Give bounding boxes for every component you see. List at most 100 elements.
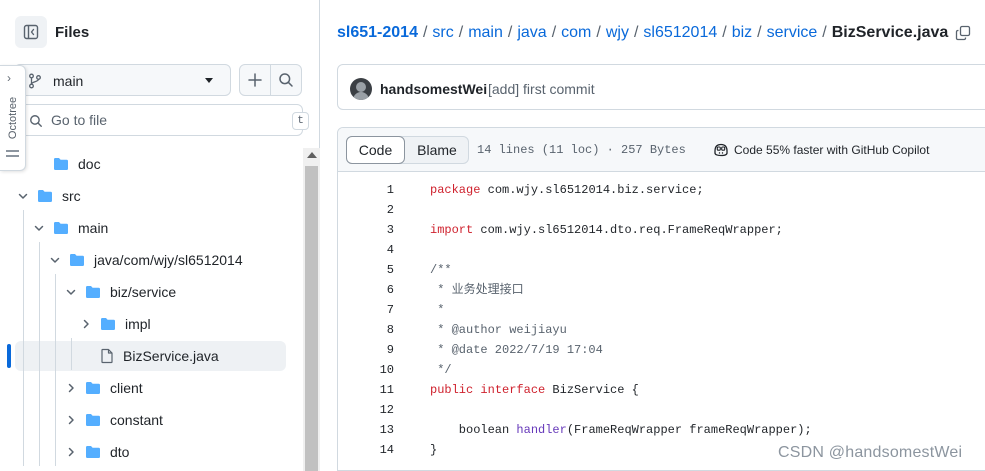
- line-number[interactable]: 14: [338, 440, 394, 460]
- breadcrumb-link-java[interactable]: java: [517, 23, 546, 43]
- tree-chevron[interactable]: [63, 286, 79, 298]
- folder-icon: [85, 381, 101, 395]
- tree-item-biz-service[interactable]: biz/service: [63, 277, 176, 307]
- breadcrumb-separator: /: [822, 24, 827, 41]
- chevron-down-icon[interactable]: [49, 254, 61, 266]
- code-line: 12: [338, 400, 985, 420]
- watermark: CSDN @handsomestWei: [778, 444, 963, 461]
- line-number[interactable]: 10: [338, 360, 394, 380]
- tree-item-client[interactable]: client: [63, 373, 143, 403]
- breadcrumb-separator: /: [596, 24, 601, 41]
- tree-chevron[interactable]: [63, 382, 79, 394]
- tab-blame[interactable]: Blame: [405, 137, 469, 163]
- folder-open-icon: [38, 190, 52, 202]
- line-number[interactable]: 3: [338, 220, 394, 240]
- breadcrumb-link-com[interactable]: com: [561, 23, 591, 43]
- copilot-icon: [714, 143, 728, 157]
- line-number[interactable]: 8: [338, 320, 394, 340]
- breadcrumb-link-wjy[interactable]: wjy: [606, 23, 629, 43]
- scroll-up-arrow-icon[interactable]: [307, 152, 317, 158]
- code-token: handler: [516, 423, 567, 437]
- breadcrumb-link-service[interactable]: service: [767, 23, 818, 43]
- code-token: public: [430, 383, 474, 397]
- chevron-down-icon[interactable]: [17, 190, 29, 202]
- tree-item-impl[interactable]: impl: [78, 309, 151, 339]
- tree-item-doc[interactable]: doc: [31, 149, 101, 179]
- chevron-right-icon[interactable]: [65, 382, 77, 394]
- tree-chevron[interactable]: [47, 254, 63, 266]
- breadcrumb-link-biz[interactable]: biz: [732, 23, 752, 43]
- line-number[interactable]: 11: [338, 380, 394, 400]
- tree-item-dto[interactable]: dto: [63, 437, 129, 467]
- tree-chevron[interactable]: [15, 190, 31, 202]
- tab-code[interactable]: Code: [346, 136, 405, 164]
- go-to-file-input[interactable]: [51, 110, 271, 130]
- line-number[interactable]: 9: [338, 340, 394, 360]
- breadcrumb: sl651-2014 /src / main / java / com / wjy / sl6512…: [337, 23, 971, 43]
- files-title: Files: [55, 24, 90, 41]
- avatar[interactable]: [350, 78, 372, 100]
- commit-author-link[interactable]: handsomestWei: [380, 81, 487, 97]
- breadcrumb-link-main[interactable]: main: [468, 23, 503, 43]
- tree-item-main[interactable]: main: [31, 213, 108, 243]
- line-number[interactable]: 5: [338, 260, 394, 280]
- chevron-down-icon[interactable]: [33, 222, 45, 234]
- folder-icon: [53, 157, 69, 171]
- commit-message-link[interactable]: [add] first commit: [488, 81, 595, 97]
- line-source: *: [430, 300, 444, 320]
- tree-item-src[interactable]: src: [15, 181, 81, 211]
- chevron-right-icon: ›: [7, 71, 11, 85]
- copy-path-icon[interactable]: [955, 25, 971, 41]
- breadcrumb-separator: /: [507, 24, 513, 41]
- search-code-button[interactable]: [270, 64, 302, 96]
- octotree-toggle[interactable]: › Octotree: [0, 65, 26, 171]
- chevron-right-icon[interactable]: [80, 318, 92, 330]
- line-number[interactable]: 7: [338, 300, 394, 320]
- folder-icon: [86, 414, 100, 426]
- line-number[interactable]: 6: [338, 280, 394, 300]
- breadcrumb-repo-link[interactable]: sl651-2014: [337, 23, 418, 43]
- chevron-down-icon[interactable]: [65, 286, 77, 298]
- chevron-right-icon[interactable]: [65, 446, 77, 458]
- tree-chevron[interactable]: [78, 318, 94, 330]
- go-to-file-field[interactable]: t: [14, 104, 309, 136]
- line-number[interactable]: 1: [338, 180, 394, 200]
- branch-name: main: [53, 73, 84, 89]
- code-token: com.wjy.sl6512014.biz.service;: [480, 183, 704, 197]
- search-icon: [279, 73, 293, 87]
- tree-item-constant[interactable]: constant: [63, 405, 163, 435]
- chevron-right-icon[interactable]: [65, 414, 77, 426]
- collapse-sidebar-button[interactable]: [15, 16, 47, 48]
- folder-open-icon: [54, 222, 68, 234]
- latest-commit-box: handsomestWei [add] first commit: [337, 64, 985, 110]
- branch-selector[interactable]: main: [14, 64, 231, 96]
- code-token: */: [430, 363, 452, 377]
- tree-chevron[interactable]: [63, 414, 79, 426]
- line-number[interactable]: 13: [338, 420, 394, 440]
- code-line: 2: [338, 200, 985, 220]
- line-number[interactable]: 2: [338, 200, 394, 220]
- tree-item-label: constant: [110, 412, 163, 428]
- breadcrumb-current-file: BizService.java: [831, 24, 949, 41]
- add-file-button[interactable]: [239, 64, 271, 96]
- code-line: 1 package com.wjy.sl6512014.biz.service;: [338, 180, 985, 200]
- tree-item-java-com-wjy-sl6512014[interactable]: java/com/wjy/sl6512014: [47, 245, 243, 275]
- scroll-thumb[interactable]: [305, 166, 318, 471]
- tree-scrollbar[interactable]: [303, 148, 320, 471]
- line-number[interactable]: 4: [338, 240, 394, 260]
- code-token: * @author weijiayu: [430, 323, 567, 337]
- breadcrumb-separator: /: [551, 24, 557, 41]
- breadcrumb-separator: /: [722, 24, 727, 41]
- code-line: 7 *: [338, 300, 985, 320]
- line-number[interactable]: 12: [338, 400, 394, 420]
- tree-indent-guide: [23, 210, 24, 466]
- breadcrumb-link-src[interactable]: src: [432, 23, 453, 43]
- selected-indicator: [7, 344, 11, 368]
- copilot-promo-text: Code 55% faster with GitHub Copilot: [734, 143, 930, 157]
- tree-item-label: dto: [110, 444, 130, 460]
- copilot-promo-link[interactable]: Code 55% faster with GitHub Copilot: [713, 142, 929, 158]
- git-branch-icon: [29, 73, 41, 89]
- tree-chevron[interactable]: [63, 446, 79, 458]
- tree-chevron[interactable]: [31, 222, 47, 234]
- breadcrumb-link-sl6512014[interactable]: sl6512014: [643, 23, 717, 43]
